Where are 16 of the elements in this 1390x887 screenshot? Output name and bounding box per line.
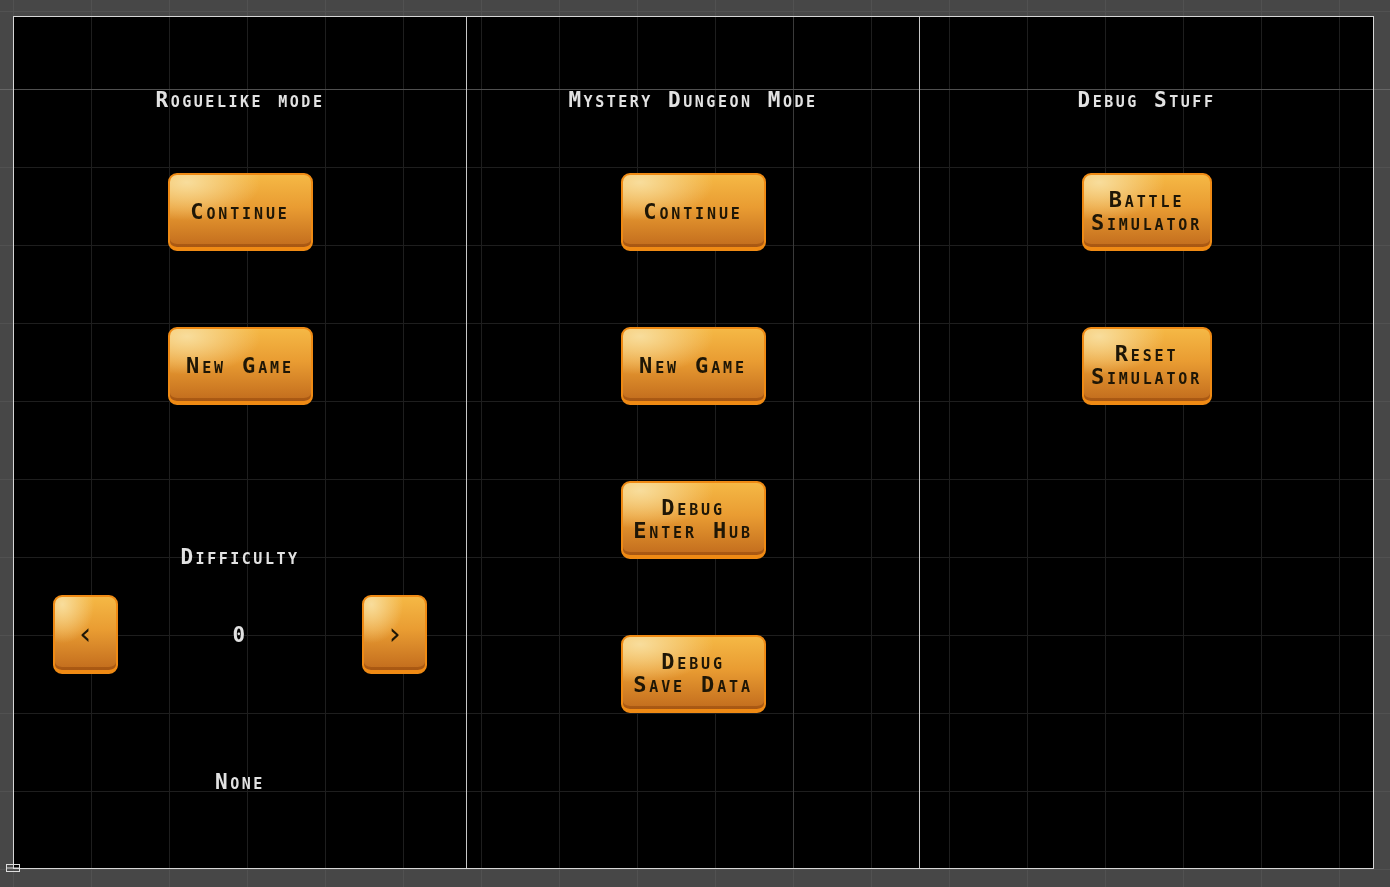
menu-button[interactable]: Debug Enter Hub	[620, 481, 766, 559]
decrease-button[interactable]: ‹	[53, 595, 118, 674]
menu-button[interactable]: Continue	[620, 173, 766, 251]
menu-button[interactable]: Debug Save Data	[620, 635, 766, 713]
menu-button[interactable]: New Game	[620, 327, 766, 405]
panel-title: Debug Stuff	[1077, 90, 1216, 110]
menu-button[interactable]: Continue	[167, 173, 313, 251]
panel-title: Mystery Dungeon Mode	[568, 90, 818, 110]
menu-button[interactable]: Battle Simulator	[1081, 173, 1212, 251]
increase-button[interactable]: ›	[362, 595, 427, 674]
panel-title: Roguelike mode	[155, 90, 325, 110]
difficulty-value: 0	[232, 624, 248, 645]
menu-button[interactable]: Reset Simulator	[1081, 327, 1212, 405]
difficulty-setting-label: None	[215, 772, 265, 792]
menu-button[interactable]: New Game	[167, 327, 313, 405]
difficulty-label: Difficulty	[180, 547, 300, 567]
